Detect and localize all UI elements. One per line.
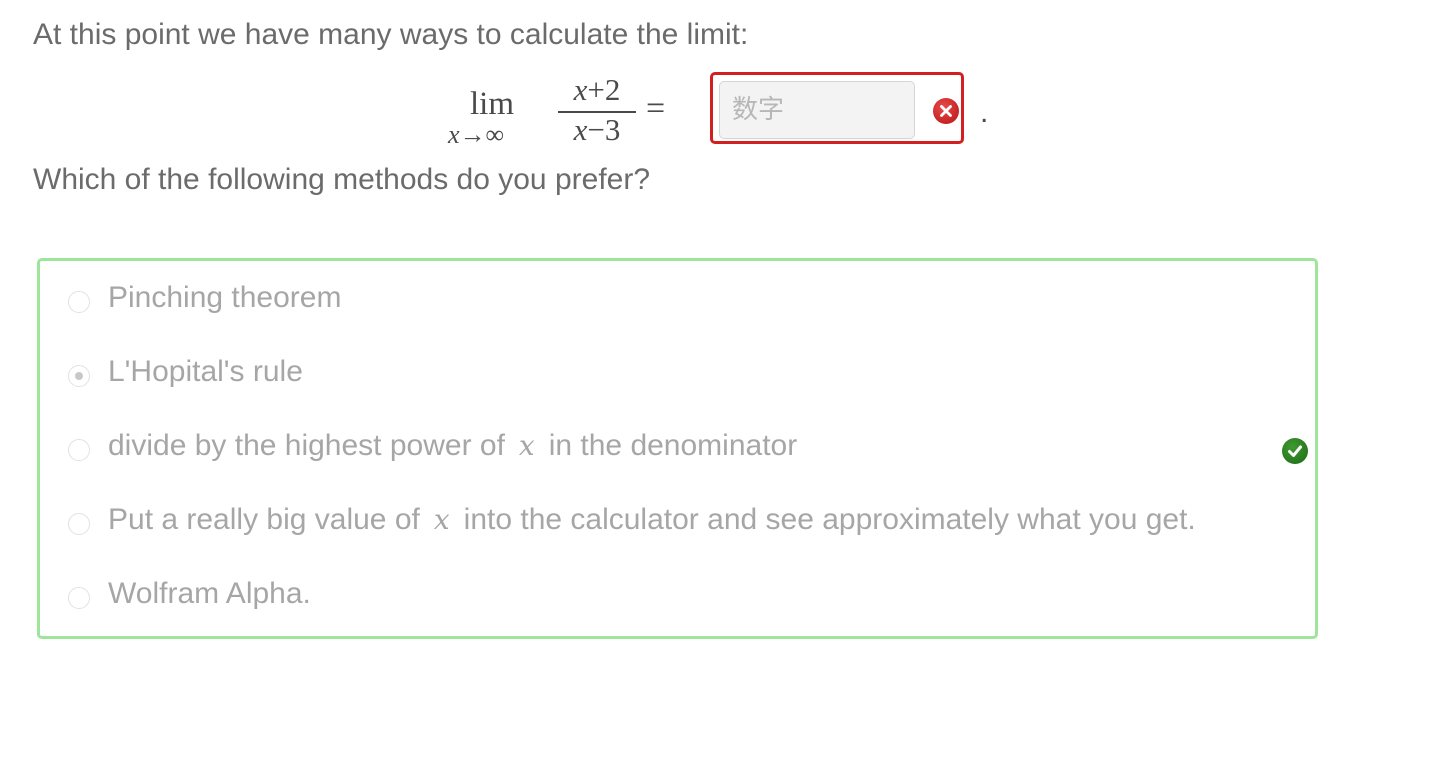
lim-sub-arrow: →∞ [459,120,505,149]
choice-wolfram-alpha[interactable]: Wolfram Alpha. [68,574,311,614]
sentence-period: . [980,96,989,129]
numerator-rest: +2 [587,72,621,107]
lim-sub-var: x [448,120,460,149]
choice-divide-highest-power[interactable]: divide by the highest power of x in the de… [68,426,797,466]
intro-text: At this point we have many ways to calcu… [33,18,749,51]
question-text: Which of the following methods do you pr… [33,163,651,196]
choice-lhopitals-rule[interactable]: L'Hopital's rule [68,352,303,392]
math-var: x [518,429,535,462]
choice-label: L'Hopital's rule [108,355,303,388]
fraction: x+2 x−3 [558,72,636,152]
lim-operator: lim x→∞ [448,72,548,152]
choice-label: divide by the highest power of x in the de… [108,429,797,463]
radio-button[interactable] [68,439,90,461]
radio-button[interactable] [68,291,90,313]
choice-label-after: into the calculator and see approximatel… [463,503,1196,536]
denominator-var: x [573,112,588,147]
fraction-numerator: x+2 [558,72,636,108]
check-icon [1282,438,1308,464]
choice-label-after: in the denominator [548,429,798,462]
choice-label: Put a really big value of x into the calcu… [108,503,1196,537]
choice-pinching-theorem[interactable]: Pinching theorem [68,278,341,318]
choice-label-before: Put a really big value of [108,503,420,536]
choice-big-value-calculator[interactable]: Put a really big value of x into the calcu… [68,500,1196,540]
choice-group: Pinching theorem L'Hopital's rule divide… [37,258,1318,639]
radio-button[interactable] [68,587,90,609]
math-var: x [433,503,450,536]
lim-subscript: x→∞ [448,120,504,150]
fraction-denominator: x−3 [558,112,636,148]
equals-sign: = [646,90,666,127]
error-x-icon [933,98,959,124]
choice-label-before: divide by the highest power of [108,429,505,462]
answer-input[interactable] [719,81,915,139]
radio-button-selected[interactable] [68,365,90,387]
denominator-rest: −3 [587,112,621,147]
choice-label: Pinching theorem [108,281,342,314]
answer-field-wrapper [710,72,964,144]
numerator-var: x [573,72,588,107]
choice-label: Wolfram Alpha. [108,577,311,610]
lim-word: lim [470,86,515,122]
radio-button[interactable] [68,513,90,535]
